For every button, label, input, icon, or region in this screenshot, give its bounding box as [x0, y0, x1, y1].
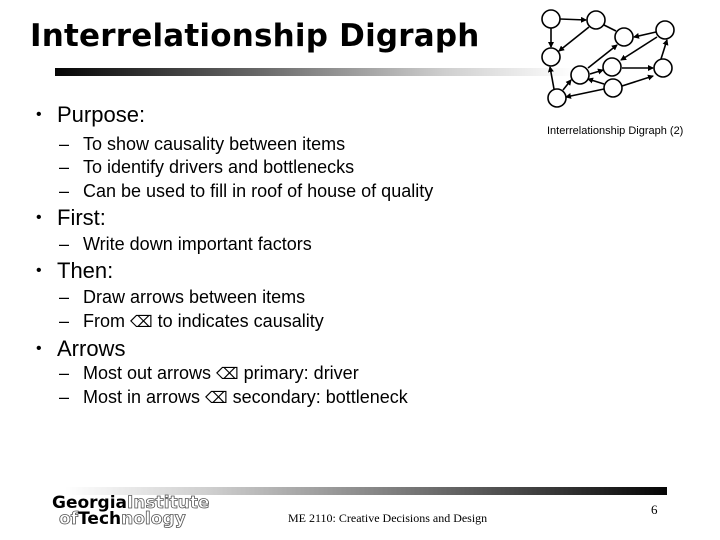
- sub-bullet-text: Most in arrows ⌫ secondary: bottleneck: [83, 386, 408, 409]
- digraph-edge: [559, 16, 587, 23]
- dash-marker: –: [59, 234, 70, 254]
- sub-bullet-text: Write down important factors: [83, 234, 312, 254]
- sub-bullet-text: Can be used to fill in roof of house of …: [83, 181, 434, 201]
- dash-marker: –: [59, 134, 70, 154]
- text-before: Most in arrows: [83, 387, 206, 407]
- bullet-label: Arrows: [57, 336, 126, 361]
- dash-marker: –: [59, 311, 70, 331]
- course-name: ME 2110: Creative Decisions and Design: [288, 511, 488, 525]
- digraph-node: [653, 58, 673, 78]
- sub-bullet-text: Most out arrows ⌫ primary: driver: [83, 362, 359, 385]
- digraph-edge: [621, 74, 654, 87]
- text-before: Most out arrows: [83, 363, 217, 383]
- georgia-tech-logo: GeorgiaInstitute ofTechnology: [52, 493, 210, 529]
- sub-bullet-text: To identify drivers and bottlenecks: [83, 157, 355, 177]
- digraph-node: [570, 65, 590, 85]
- digraph-edge: [547, 66, 555, 90]
- bullet-label: First:: [57, 205, 106, 230]
- slide-title: Interrelationship Digraph: [30, 18, 480, 54]
- digraph-edge: [562, 79, 572, 91]
- sub-bullet-text: From ⌫ to indicates causality: [83, 310, 324, 333]
- dash-marker: –: [59, 157, 70, 177]
- dash-marker: –: [59, 287, 70, 307]
- digraph-edge: [633, 31, 657, 39]
- text-before: From: [83, 311, 130, 331]
- bullet-marker: •: [36, 106, 42, 123]
- erase-symbol-icon: ⌫: [216, 364, 239, 383]
- digraph-icon: [541, 9, 675, 108]
- digraph-edge: [558, 26, 590, 52]
- digraph-edge: [587, 77, 605, 85]
- text-after: primary: driver: [238, 363, 359, 383]
- digraph-node: [655, 20, 675, 40]
- bullet-marker: •: [36, 340, 42, 357]
- page-number: 6: [651, 502, 658, 517]
- erase-symbol-icon: ⌫: [130, 312, 153, 331]
- digraph-node: [586, 10, 606, 30]
- digraph-node: [541, 9, 561, 29]
- bullet-label: Then:: [57, 258, 114, 283]
- digraph-node: [614, 27, 634, 47]
- digraph-node: [602, 57, 622, 77]
- digraph-edge: [565, 88, 605, 99]
- sub-bullet-text: To show causality between items: [83, 134, 346, 154]
- bullet-label: Purpose:: [57, 102, 146, 127]
- text-after: to indicates causality: [152, 311, 324, 331]
- dash-marker: –: [59, 387, 70, 407]
- bullet-marker: •: [36, 262, 42, 279]
- erase-symbol-icon: ⌫: [205, 388, 228, 407]
- digraph-node: [603, 78, 623, 98]
- title-gradient-bar: [55, 68, 575, 76]
- digraph-node: [541, 47, 561, 67]
- digraph-edge: [660, 39, 669, 60]
- digraph-node: [547, 88, 567, 108]
- bullet-marker: •: [36, 209, 42, 226]
- sub-bullet-text: Draw arrows between items: [83, 287, 306, 307]
- diagram-caption: Interrelationship Digraph (2): [547, 125, 684, 137]
- digraph-edge: [603, 24, 617, 32]
- dash-marker: –: [59, 181, 70, 201]
- dash-marker: –: [59, 363, 70, 383]
- text-after: secondary: bottleneck: [227, 387, 408, 407]
- digraph-edge: [589, 68, 604, 75]
